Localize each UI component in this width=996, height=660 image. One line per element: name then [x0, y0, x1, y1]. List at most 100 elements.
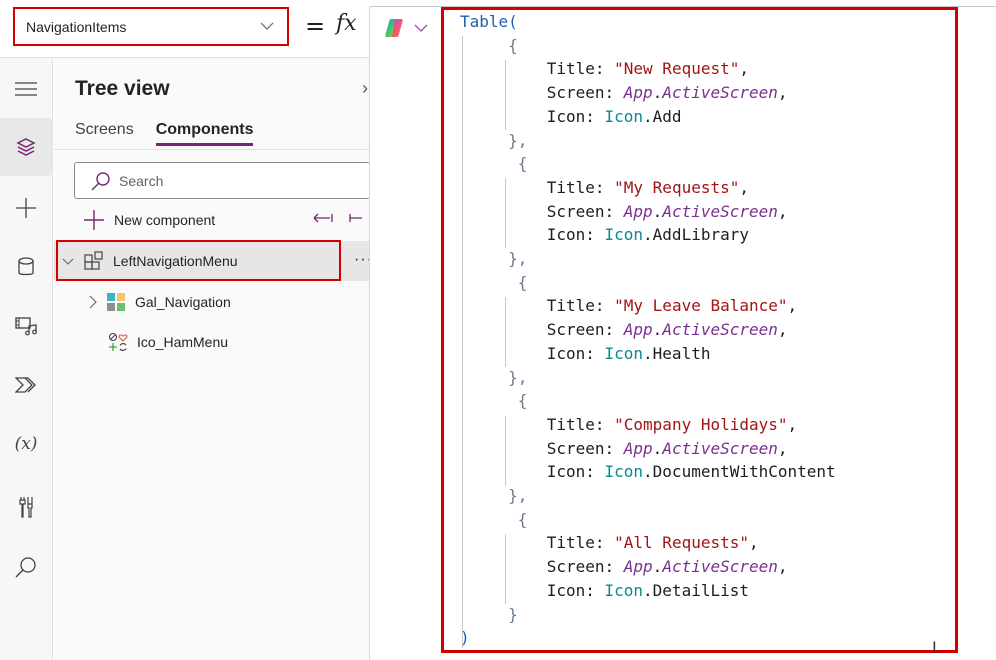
code-line: Screen: App.ActiveScreen,	[460, 81, 836, 105]
search-placeholder: Search	[119, 172, 164, 189]
code-line: Table(	[460, 10, 836, 34]
code-line: },	[460, 366, 836, 390]
code-brace: {	[508, 35, 518, 55]
advanced-tools-button[interactable]	[0, 478, 52, 536]
code-line: },	[460, 484, 836, 508]
code-key: Icon:	[546, 106, 605, 126]
code-screen-value: ActiveScreen	[662, 438, 778, 458]
code-key: Icon:	[546, 225, 605, 245]
media-icon	[15, 317, 37, 336]
database-icon	[18, 257, 34, 276]
code-app: App	[623, 83, 653, 103]
fx-icon[interactable]: fx	[336, 11, 357, 36]
collapse-all-icon[interactable]	[312, 212, 334, 224]
search-icon	[15, 557, 36, 578]
code-key: Screen:	[546, 83, 624, 103]
component-icon	[84, 251, 103, 270]
code-line: Icon: Icon.DocumentWithContent	[460, 460, 836, 484]
variables-button[interactable]: (x)	[0, 415, 52, 473]
code-line: Title: "Company Holidays",	[460, 413, 836, 437]
tree-item-gal-navigation[interactable]: Gal_Navigation	[54, 282, 370, 322]
code-key: Title:	[546, 296, 615, 316]
code-punct: ,	[739, 177, 750, 197]
hamburger-menu-button[interactable]	[0, 60, 52, 118]
left-rail: (x)	[0, 58, 53, 660]
copilot-button[interactable]	[384, 16, 428, 40]
new-component-button[interactable]: New component	[84, 210, 215, 230]
code-punct: .	[652, 83, 663, 103]
code-icon-obj: Icon	[604, 462, 644, 482]
tree-view-button[interactable]	[0, 118, 52, 176]
tree-item-label: Gal_Navigation	[135, 294, 231, 310]
chevron-down-icon[interactable]	[62, 255, 74, 267]
expand-all-icon[interactable]	[348, 212, 362, 224]
tree-item-label: LeftNavigationMenu	[113, 253, 238, 269]
code-key: Title:	[546, 414, 615, 434]
power-apps-studio: NavigationItems = fx (x) Tree view › Scr…	[0, 0, 996, 660]
code-line: {	[460, 271, 836, 295]
code-line: {	[460, 389, 836, 413]
code-line: Icon: Icon.Add	[460, 105, 836, 129]
search-rail-button[interactable]	[0, 538, 52, 596]
code-punct: ,	[777, 557, 788, 577]
code-punct: .	[652, 320, 663, 340]
code-key: Icon:	[546, 580, 605, 600]
code-icon-value: .Add	[643, 106, 682, 126]
code-title-value: "New Request"	[614, 59, 740, 79]
property-dropdown[interactable]: NavigationItems	[13, 7, 289, 46]
formula-editor[interactable]: Table( { Title: "New Request", Screen: A…	[441, 7, 958, 653]
tree-view-panel: Tree view › Screens Components Search Ne…	[54, 58, 373, 660]
close-panel-icon[interactable]: ›	[362, 78, 368, 99]
code-key: Screen:	[546, 320, 624, 340]
power-automate-icon	[15, 377, 36, 393]
code-app: App	[623, 557, 653, 577]
code-app: App	[623, 320, 653, 340]
divider	[54, 149, 370, 150]
code-line: Screen: App.ActiveScreen,	[460, 200, 836, 224]
code-line: {	[460, 34, 836, 58]
layers-icon	[16, 138, 36, 156]
power-automate-button[interactable]	[0, 356, 52, 414]
insert-button[interactable]	[0, 179, 52, 237]
code-brace: {	[517, 509, 528, 529]
code-line: Screen: App.ActiveScreen,	[460, 555, 836, 579]
variables-icon: (x)	[14, 434, 38, 454]
code-brace: {	[517, 154, 528, 174]
hamburger-icon	[15, 82, 37, 96]
code-icon-obj: Icon	[604, 343, 644, 363]
code-key: Screen:	[546, 438, 624, 458]
tree-toolbar	[312, 212, 362, 224]
code-brace: {	[517, 272, 528, 292]
code-punct: ,	[777, 201, 788, 221]
property-dropdown-value: NavigationItems	[26, 18, 127, 35]
data-button[interactable]	[0, 238, 52, 296]
code-title-value: "My Leave Balance"	[614, 296, 788, 316]
code-line: }	[460, 603, 836, 627]
tab-screens[interactable]: Screens	[75, 121, 134, 146]
media-button[interactable]	[0, 297, 52, 355]
formula-code: Table( { Title: "New Request", Screen: A…	[460, 10, 836, 650]
tab-components[interactable]: Components	[155, 121, 254, 146]
code-table-close: )	[460, 628, 470, 648]
chevron-right-icon[interactable]	[88, 295, 98, 309]
tree-item-ico-hammenu[interactable]: Ico_HamMenu	[54, 322, 370, 362]
code-screen-value: ActiveScreen	[662, 320, 778, 340]
code-icon-obj: Icon	[604, 225, 644, 245]
code-screen-value: ActiveScreen	[662, 201, 778, 221]
code-brace: },	[508, 249, 528, 269]
code-punct: ,	[777, 83, 788, 103]
code-key: Screen:	[546, 201, 624, 221]
code-line: },	[460, 247, 836, 271]
tree-search-input[interactable]: Search	[74, 162, 370, 199]
divider	[369, 6, 370, 660]
code-punct: ,	[787, 414, 798, 434]
code-icon-obj: Icon	[604, 580, 644, 600]
plus-icon	[16, 198, 36, 218]
tree-item-left-navigation-menu[interactable]: LeftNavigationMenu	[54, 241, 370, 281]
code-icon-obj: Icon	[604, 106, 644, 126]
code-icon-value: .DocumentWithContent	[643, 462, 836, 482]
code-punct: ,	[739, 59, 750, 79]
gallery-icon	[107, 293, 125, 311]
more-options-button[interactable]: ···	[354, 251, 373, 269]
chevron-down-icon	[260, 22, 274, 30]
